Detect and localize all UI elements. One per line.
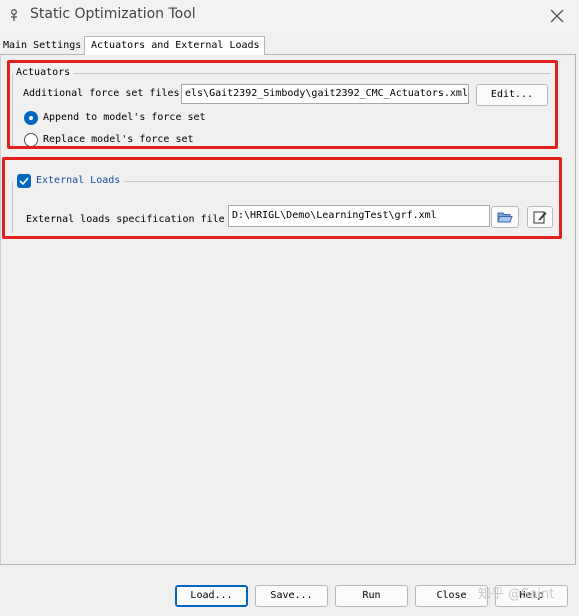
close-icon[interactable] <box>547 6 567 26</box>
load-button[interactable]: Load... <box>175 585 248 607</box>
tab-main-settings[interactable]: Main Settings <box>0 37 84 55</box>
watermark: 知乎 @Saint <box>478 587 555 602</box>
external-loads-highlight-box <box>2 157 562 239</box>
tab-actuators-external-loads[interactable]: Actuators and External Loads <box>84 36 265 56</box>
app-icon <box>6 7 22 23</box>
window-title: Static Optimization Tool <box>30 6 196 22</box>
title-bar: Static Optimization Tool <box>0 0 579 32</box>
run-button[interactable]: Run <box>335 585 408 607</box>
save-button[interactable]: Save... <box>255 585 328 607</box>
actuators-highlight-box <box>7 60 558 149</box>
